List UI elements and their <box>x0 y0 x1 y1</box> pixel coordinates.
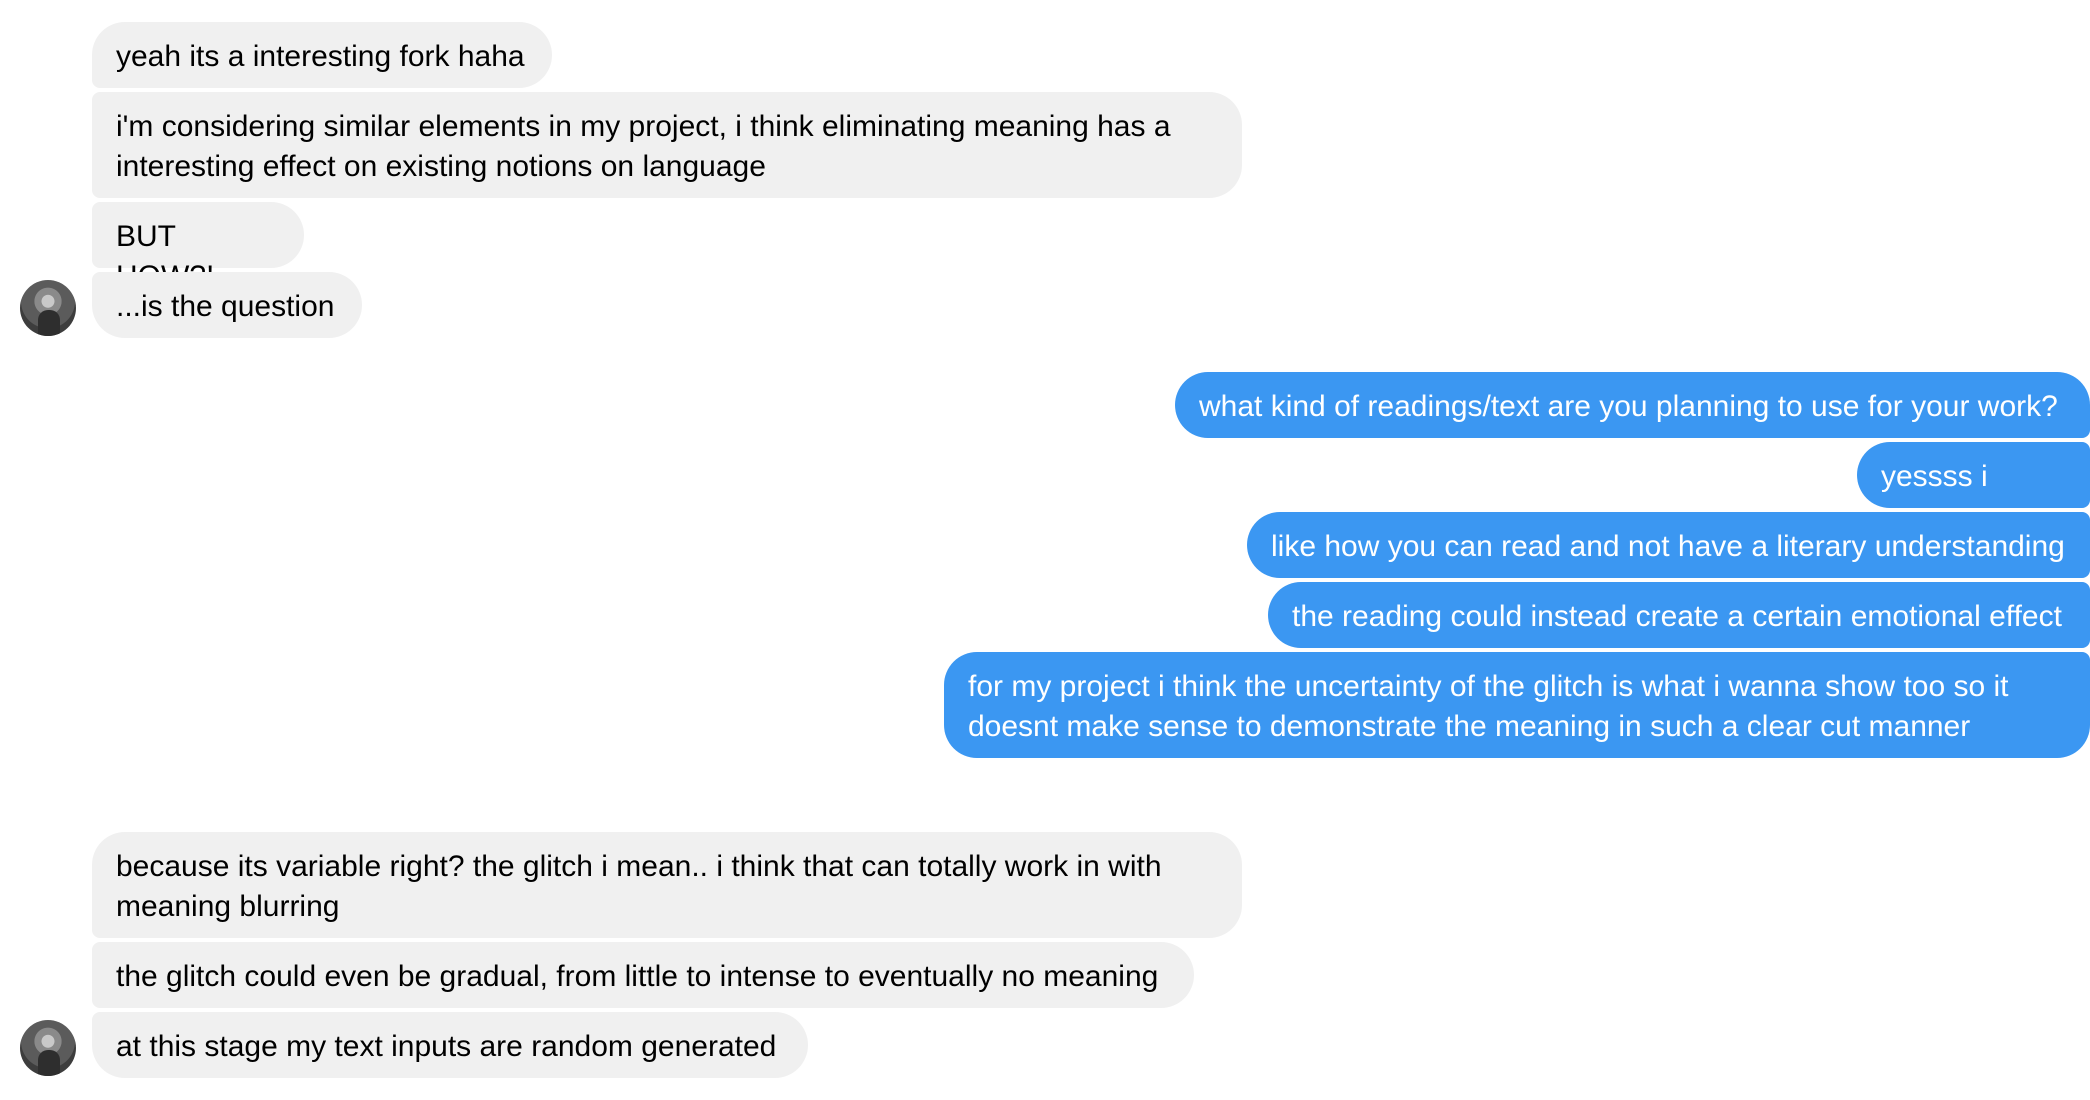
contact-avatar[interactable] <box>20 1020 76 1076</box>
incoming-message-bubble[interactable]: ...is the question <box>92 272 362 338</box>
incoming-message-bubble[interactable]: at this stage my text inputs are random … <box>92 1012 808 1078</box>
incoming-message-bubble[interactable]: i'm considering similar elements in my p… <box>92 92 1242 198</box>
incoming-message-bubble[interactable]: the glitch could even be gradual, from l… <box>92 942 1194 1008</box>
message-thread[interactable]: yeah its a interesting fork haha i'm con… <box>0 0 2090 1100</box>
outgoing-message-bubble[interactable]: like how you can read and not have a lit… <box>1247 512 2090 578</box>
outgoing-message-bubble[interactable]: the reading could instead create a certa… <box>1268 582 2090 648</box>
incoming-message-bubble[interactable]: because its variable right? the glitch i… <box>92 832 1242 938</box>
contact-avatar[interactable] <box>20 280 76 336</box>
outgoing-message-bubble[interactable]: yessss i agree <box>1857 442 2090 533</box>
outgoing-message-bubble[interactable]: for my project i think the uncertainty o… <box>944 652 2090 758</box>
incoming-message-bubble[interactable]: BUT HOW?! <box>92 202 304 293</box>
outgoing-message-bubble[interactable]: what kind of readings/text are you plann… <box>1175 372 2090 438</box>
incoming-message-bubble[interactable]: yeah its a interesting fork haha <box>92 22 552 88</box>
